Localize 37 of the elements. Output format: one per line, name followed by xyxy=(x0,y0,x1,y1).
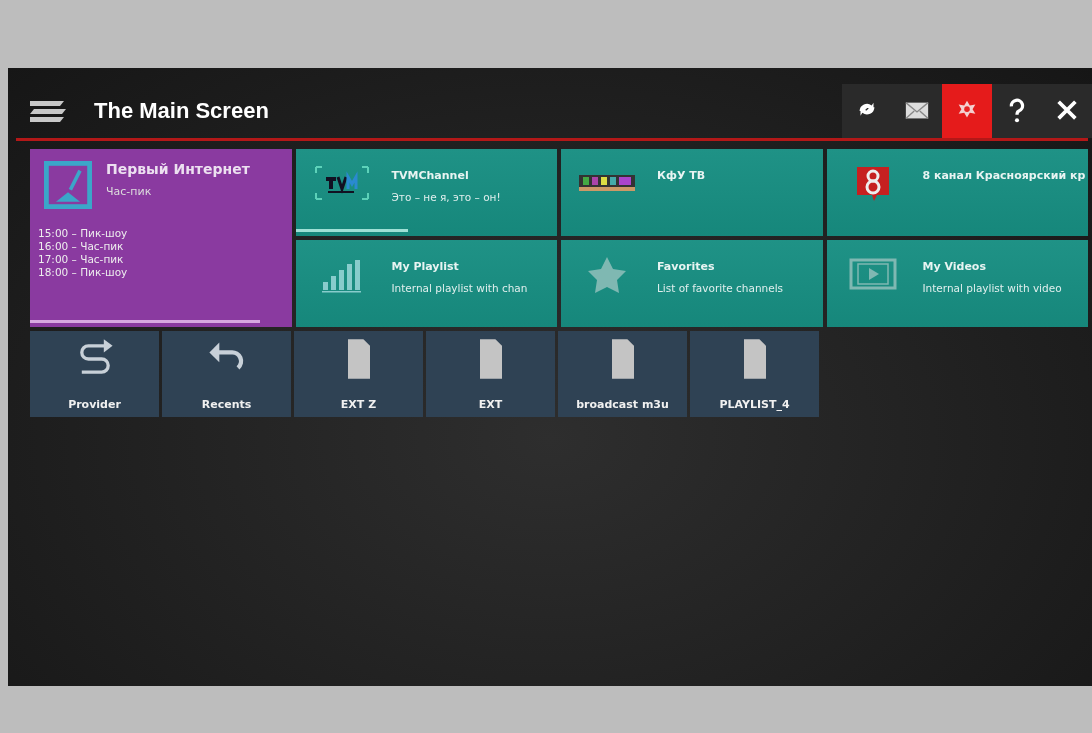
schedule-line: 17:00 – Час-пик xyxy=(38,253,125,266)
channel-tile[interactable]: Первый Интернет Час-пик 15:00 – Пик-шоу 16:00 – Час-пик 17:00 – Час-пик 18:00 – Пик-шоу xyxy=(30,149,292,327)
tile-subtitle: Internal playlist with video xyxy=(922,282,1062,294)
shortcut-tile[interactable]: EXT xyxy=(426,331,555,417)
tile-label: EXT xyxy=(478,398,503,411)
shortcut-tile[interactable]: broadcast m3u xyxy=(558,331,687,417)
channel-tile[interactable]: TVMChannel Это – не я, это – он! xyxy=(295,149,557,236)
shortcut-tile[interactable]: Provider xyxy=(30,331,159,417)
channel-tile[interactable]: My Videos Internal playlist with video xyxy=(826,240,1088,327)
channel-tile[interactable]: My Playlist Internal playlist with chan xyxy=(295,240,557,327)
tile-subtitle: Internal playlist with chan xyxy=(391,282,528,294)
tile-subtitle: Это – не я, это – он! xyxy=(391,191,501,203)
schedule-line: 16:00 – Час-пик xyxy=(38,240,125,253)
tile-label: Recents xyxy=(201,398,252,411)
shortcut-tile[interactable]: PLAYLIST_4 xyxy=(690,331,819,417)
schedule-line: 15:00 – Пик-шоу xyxy=(38,227,129,240)
shortcut-tile[interactable]: Recents xyxy=(162,331,291,417)
channel-tile[interactable]: 8 канал Красноярский кр xyxy=(826,149,1088,236)
tile-label: PLAYLIST_4 xyxy=(719,398,790,411)
tile-label: EXT Z xyxy=(340,398,377,411)
tile-title: TVMChannel xyxy=(391,169,470,182)
tile-title: КфУ ТВ xyxy=(657,169,706,182)
channel-tile[interactable]: Favorites List of favorite channels xyxy=(561,240,823,327)
tile-title: My Videos xyxy=(922,260,987,273)
tile-subtitle: List of favorite channels xyxy=(657,282,784,294)
channel-tile[interactable]: КфУ ТВ xyxy=(561,149,823,236)
menu-icon[interactable] xyxy=(28,98,68,124)
shortcut-tile[interactable]: EXT Z xyxy=(294,331,423,417)
tile-title: My Playlist xyxy=(391,260,460,273)
schedule-line: 18:00 – Пик-шоу xyxy=(38,266,129,279)
screen-title: The Main Screen xyxy=(94,98,269,124)
tile-title: Favorites xyxy=(657,260,716,273)
tile-label: broadcast m3u xyxy=(576,398,669,411)
tile-label: Provider xyxy=(68,398,121,411)
image-icon xyxy=(44,161,92,209)
program-name: Час-пик xyxy=(106,185,153,198)
channel-name: Первый Интернет xyxy=(106,161,250,177)
